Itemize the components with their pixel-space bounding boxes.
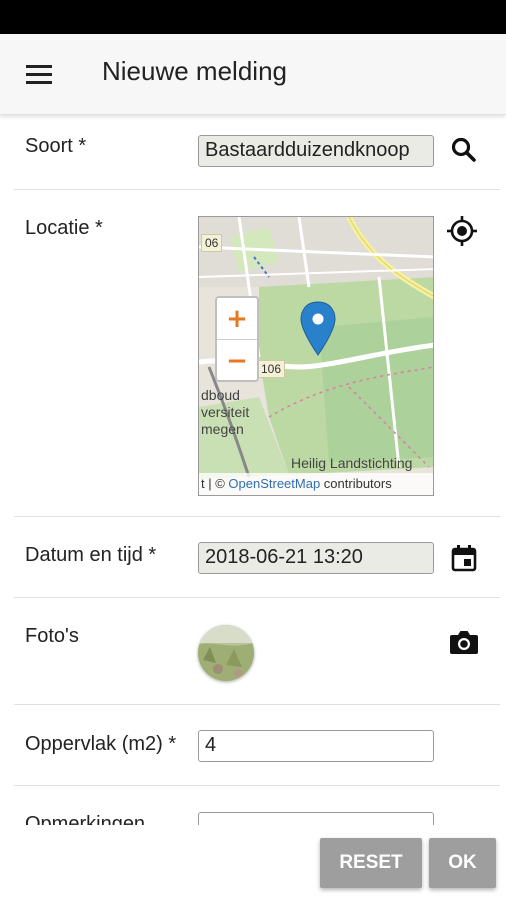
- oppervlak-input[interactable]: 4: [198, 730, 434, 762]
- reset-button[interactable]: RESET: [320, 838, 422, 888]
- search-icon[interactable]: [447, 133, 481, 167]
- divider: [14, 785, 500, 786]
- ok-button[interactable]: OK: [429, 838, 496, 888]
- location-map[interactable]: 06 106 dboud versiteit megen Heilig Land…: [198, 216, 434, 496]
- soort-field[interactable]: Bastaardduizendknoop: [198, 135, 434, 167]
- attribution-suffix: contributors: [320, 476, 392, 491]
- fotos-label: Foto's: [25, 625, 79, 647]
- map-place-label: Heilig Landstichting: [291, 455, 413, 471]
- locatie-label: Locatie *: [25, 217, 103, 239]
- zoom-out-button[interactable]: −: [217, 340, 257, 381]
- divider: [14, 516, 500, 517]
- road-label: 106: [257, 360, 286, 378]
- app-bar: Nieuwe melding: [0, 34, 506, 115]
- attribution-prefix: t | ©: [201, 476, 229, 491]
- divider: [14, 597, 500, 598]
- road-label: 06: [201, 234, 223, 252]
- divider: [14, 189, 500, 190]
- hamburger-menu-icon[interactable]: [26, 59, 66, 89]
- bottom-action-bar: RESET OK: [0, 825, 506, 900]
- map-place-label: dboud: [201, 387, 240, 403]
- page-title: Nieuwe melding: [102, 56, 287, 86]
- camera-icon[interactable]: [447, 625, 481, 659]
- soort-label: Soort *: [25, 135, 87, 157]
- status-bar: [0, 0, 506, 34]
- map-attribution: t | © OpenStreetMap contributors: [199, 473, 433, 495]
- photo-thumbnail[interactable]: [198, 625, 254, 681]
- zoom-in-button[interactable]: +: [217, 298, 257, 340]
- datum-field[interactable]: 2018-06-21 13:20: [198, 542, 434, 574]
- form-content[interactable]: Soort * Bastaardduizendknoop Locatie * 0…: [0, 115, 506, 825]
- gps-locate-icon[interactable]: [445, 214, 479, 248]
- divider: [14, 704, 500, 705]
- calendar-icon[interactable]: [447, 541, 481, 575]
- oppervlak-label: Oppervlak (m2) *: [25, 733, 177, 755]
- opmerkingen-input[interactable]: [198, 812, 434, 825]
- map-zoom-control: + −: [215, 296, 259, 382]
- opmerkingen-label: Opmerkingen: [25, 813, 146, 825]
- map-place-label: versiteit: [201, 404, 250, 420]
- map-place-label: megen: [201, 421, 244, 437]
- openstreetmap-link[interactable]: OpenStreetMap: [228, 476, 320, 491]
- datum-label: Datum en tijd *: [25, 544, 157, 566]
